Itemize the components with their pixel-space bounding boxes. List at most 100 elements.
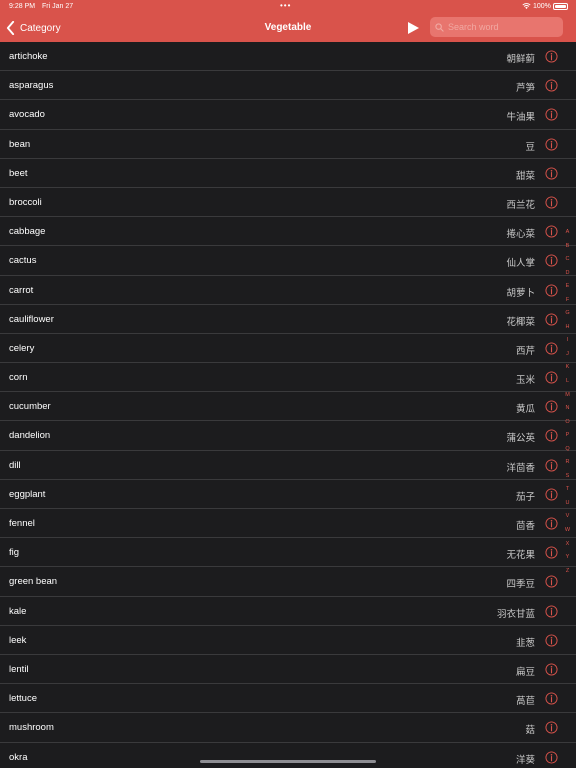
info-icon[interactable] — [545, 546, 558, 559]
list-item[interactable]: corn 玉米 — [0, 363, 576, 393]
info-icon[interactable] — [545, 108, 558, 121]
list-item[interactable]: lettuce 萵苣 — [0, 684, 576, 714]
word-english: cabbage — [9, 226, 46, 238]
list-item[interactable]: kale 羽衣甘蓝 — [0, 597, 576, 626]
index-letter[interactable]: C — [563, 253, 572, 267]
info-icon[interactable] — [545, 488, 558, 501]
list-item[interactable]: asparagus 芦笋 — [0, 71, 576, 101]
word-chinese: 茄子 — [515, 491, 535, 503]
info-icon[interactable] — [545, 342, 558, 355]
list-item[interactable]: cauliflower 花椰菜 — [0, 305, 576, 334]
alphabet-index[interactable]: ABCDEFGHIJKLMNOPQRSTUVWXYZ — [563, 226, 572, 578]
info-icon[interactable] — [545, 313, 558, 326]
index-letter[interactable]: V — [563, 510, 572, 524]
word-chinese: 豆 — [525, 141, 535, 153]
search-input[interactable] — [448, 22, 558, 32]
index-letter[interactable]: K — [563, 361, 572, 375]
search-bar[interactable] — [430, 17, 563, 37]
info-icon[interactable] — [545, 225, 558, 238]
info-icon[interactable] — [545, 692, 558, 705]
list-item[interactable]: avocado 牛油果 — [0, 100, 576, 130]
info-icon[interactable] — [545, 196, 558, 209]
info-icon[interactable] — [545, 721, 558, 734]
info-icon[interactable] — [545, 50, 558, 63]
word-chinese: 无花果 — [506, 550, 535, 562]
play-icon[interactable] — [406, 21, 420, 35]
index-letter[interactable]: T — [563, 483, 572, 497]
index-letter[interactable]: W — [563, 524, 572, 538]
info-icon[interactable] — [545, 254, 558, 267]
list-item[interactable]: cabbage 捲心菜 — [0, 217, 576, 247]
word-chinese: 仙人掌 — [506, 258, 535, 270]
info-icon[interactable] — [545, 575, 558, 588]
list-item[interactable]: leek 韭葱 — [0, 626, 576, 655]
word-english: avocado — [9, 109, 45, 121]
back-button-label: Category — [20, 22, 61, 34]
word-english: artichoke — [9, 51, 48, 62]
index-letter[interactable]: E — [563, 280, 572, 294]
index-letter[interactable]: B — [563, 240, 572, 254]
index-letter[interactable]: X — [563, 538, 572, 552]
list-item[interactable]: eggplant 茄子 — [0, 480, 576, 509]
word-english: green bean — [9, 576, 58, 588]
home-indicator[interactable] — [200, 760, 376, 763]
index-letter[interactable]: F — [563, 294, 572, 308]
info-icon[interactable] — [545, 79, 558, 92]
info-icon[interactable] — [545, 167, 558, 180]
list-item[interactable]: cactus 仙人掌 — [0, 246, 576, 276]
info-icon[interactable] — [545, 429, 558, 442]
list-item[interactable]: dill 洋茴香 — [0, 451, 576, 480]
index-letter[interactable]: L — [563, 375, 572, 389]
list-item[interactable]: dandelion 蒲公英 — [0, 421, 576, 451]
index-letter[interactable]: Z — [563, 565, 572, 579]
index-letter[interactable]: J — [563, 348, 572, 362]
index-letter[interactable]: N — [563, 402, 572, 416]
word-chinese: 花椰菜 — [506, 316, 535, 328]
word-chinese: 蒲公英 — [506, 433, 535, 445]
index-letter[interactable]: R — [563, 456, 572, 470]
index-letter[interactable]: Q — [563, 443, 572, 457]
index-letter[interactable]: O — [563, 416, 572, 430]
info-icon[interactable] — [545, 371, 558, 384]
multitasking-dots-icon[interactable]: ••• — [280, 1, 291, 10]
info-icon[interactable] — [545, 138, 558, 151]
list-item[interactable]: green bean 四季豆 — [0, 567, 576, 597]
list-item[interactable]: broccoli 西兰花 — [0, 188, 576, 218]
info-icon[interactable] — [545, 400, 558, 413]
info-icon[interactable] — [545, 283, 558, 297]
list-item[interactable]: lentil 扁豆 — [0, 655, 576, 685]
info-icon[interactable] — [545, 517, 558, 530]
info-icon[interactable] — [545, 750, 558, 764]
list-item[interactable]: celery 西芹 — [0, 334, 576, 364]
word-english: cactus — [9, 255, 37, 267]
word-english: celery — [9, 342, 35, 354]
word-chinese: 朝鲜蓟 — [506, 54, 535, 65]
info-icon[interactable] — [545, 605, 558, 618]
list-item[interactable]: fennel 茴香 — [0, 509, 576, 539]
info-icon[interactable] — [545, 459, 558, 472]
info-icon[interactable] — [545, 634, 558, 647]
list-item[interactable]: artichoke 朝鲜蓟 — [0, 42, 576, 72]
list-item[interactable]: beet 甜菜 — [0, 159, 576, 188]
back-button[interactable]: Category — [6, 19, 61, 37]
info-icon[interactable] — [545, 663, 558, 676]
list-item[interactable]: mushroom 菇 — [0, 713, 576, 743]
word-chinese: 茴香 — [515, 521, 535, 532]
index-letter[interactable]: G — [563, 307, 572, 321]
index-letter[interactable]: U — [563, 497, 572, 511]
list-item[interactable]: fig 无花果 — [0, 538, 576, 568]
index-letter[interactable]: Y — [563, 551, 572, 565]
list-item[interactable]: carrot 胡萝卜 — [0, 276, 576, 305]
list-item[interactable]: okra 洋葵 — [0, 743, 576, 768]
word-chinese: 菇 — [525, 725, 535, 737]
list-item[interactable]: bean 豆 — [0, 130, 576, 159]
word-english: okra — [9, 751, 28, 763]
index-letter[interactable]: H — [563, 321, 572, 335]
index-letter[interactable]: P — [563, 429, 572, 443]
list-item[interactable]: cucumber 黄瓜 — [0, 392, 576, 422]
index-letter[interactable]: M — [563, 389, 572, 403]
index-letter[interactable]: D — [563, 267, 572, 281]
index-letter[interactable]: A — [563, 226, 572, 240]
index-letter[interactable]: I — [563, 334, 572, 348]
index-letter[interactable]: S — [563, 470, 572, 484]
